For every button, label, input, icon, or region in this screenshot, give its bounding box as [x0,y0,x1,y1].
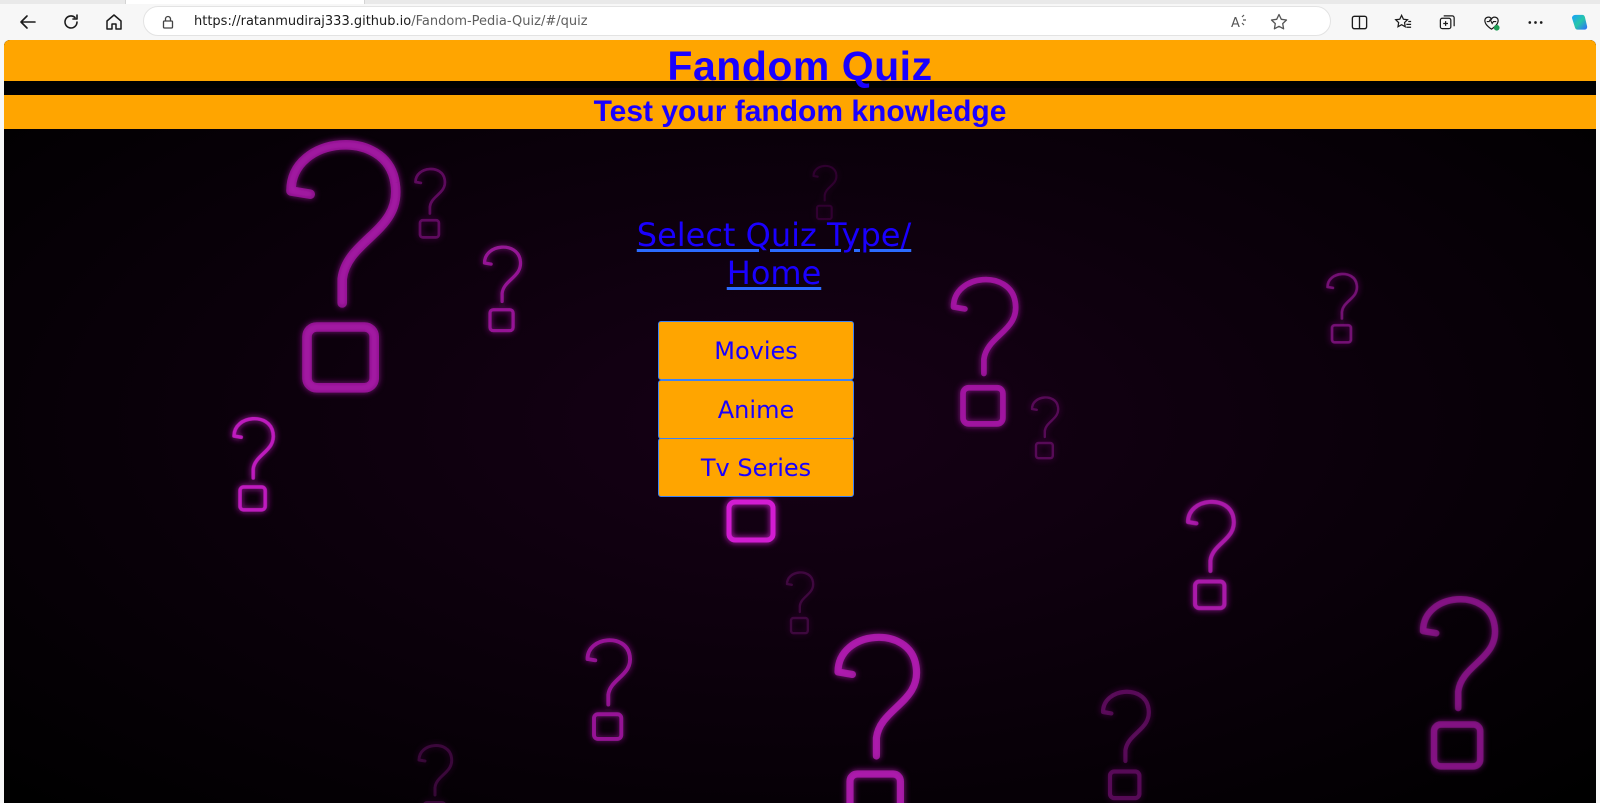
page-subtitle: Test your fandom knowledge [593,95,1007,128]
copilot-icon [1571,14,1587,30]
collections-icon [1439,14,1455,29]
lock-icon[interactable] [160,14,176,30]
page-title: Fandom Quiz [667,43,933,89]
refresh-button[interactable] [55,6,87,38]
svg-text:A: A [1231,16,1240,31]
address-bar[interactable]: https://ratanmudiraj333.github.io/Fandom… [143,6,1331,36]
back-button[interactable] [12,6,44,38]
favorites-icon [1393,13,1411,28]
browser-toolbar: https://ratanmudiraj333.github.io/Fandom… [0,0,1600,40]
home-icon [106,14,122,30]
favorite-star-icon[interactable] [1269,12,1289,32]
url-text[interactable]: https://ratanmudiraj333.github.io/Fandom… [194,14,588,29]
refresh-icon [64,14,78,29]
home-button[interactable] [98,6,130,38]
page-viewport: Fandom Quiz Test your fandom knowledge S… [4,40,1596,803]
more-icon [1527,20,1543,24]
browser-essentials-button[interactable] [1477,8,1505,36]
site-header: Fandom Quiz [4,40,1596,89]
select-link-line2: Home [726,254,822,292]
movies-button[interactable]: Movies [658,321,854,380]
copilot-button[interactable] [1565,8,1593,36]
split-screen-button[interactable] [1345,8,1373,36]
url-host: https://ratanmudiraj333.github.io [194,14,412,29]
select-quiz-type-home-link[interactable]: Select Quiz Type/ Home [604,216,944,292]
active-tab[interactable] [125,0,365,4]
split-screen-icon [1351,15,1367,29]
tab-strip [0,0,1600,4]
tv-series-button[interactable]: Tv Series [658,438,854,497]
collections-button[interactable] [1433,8,1461,36]
site-subheader: Test your fandom knowledge [4,95,1596,129]
favorites-button[interactable] [1389,8,1417,36]
select-link-line1: Select Quiz Type/ [636,216,912,254]
anime-button[interactable]: Anime [658,380,854,439]
browser-essentials-icon [1483,16,1500,31]
url-path: /Fandom-Pedia-Quiz/#/quiz [411,14,588,29]
more-button[interactable] [1521,8,1549,36]
back-icon [20,15,36,29]
read-aloud-icon[interactable]: A [1229,12,1249,32]
